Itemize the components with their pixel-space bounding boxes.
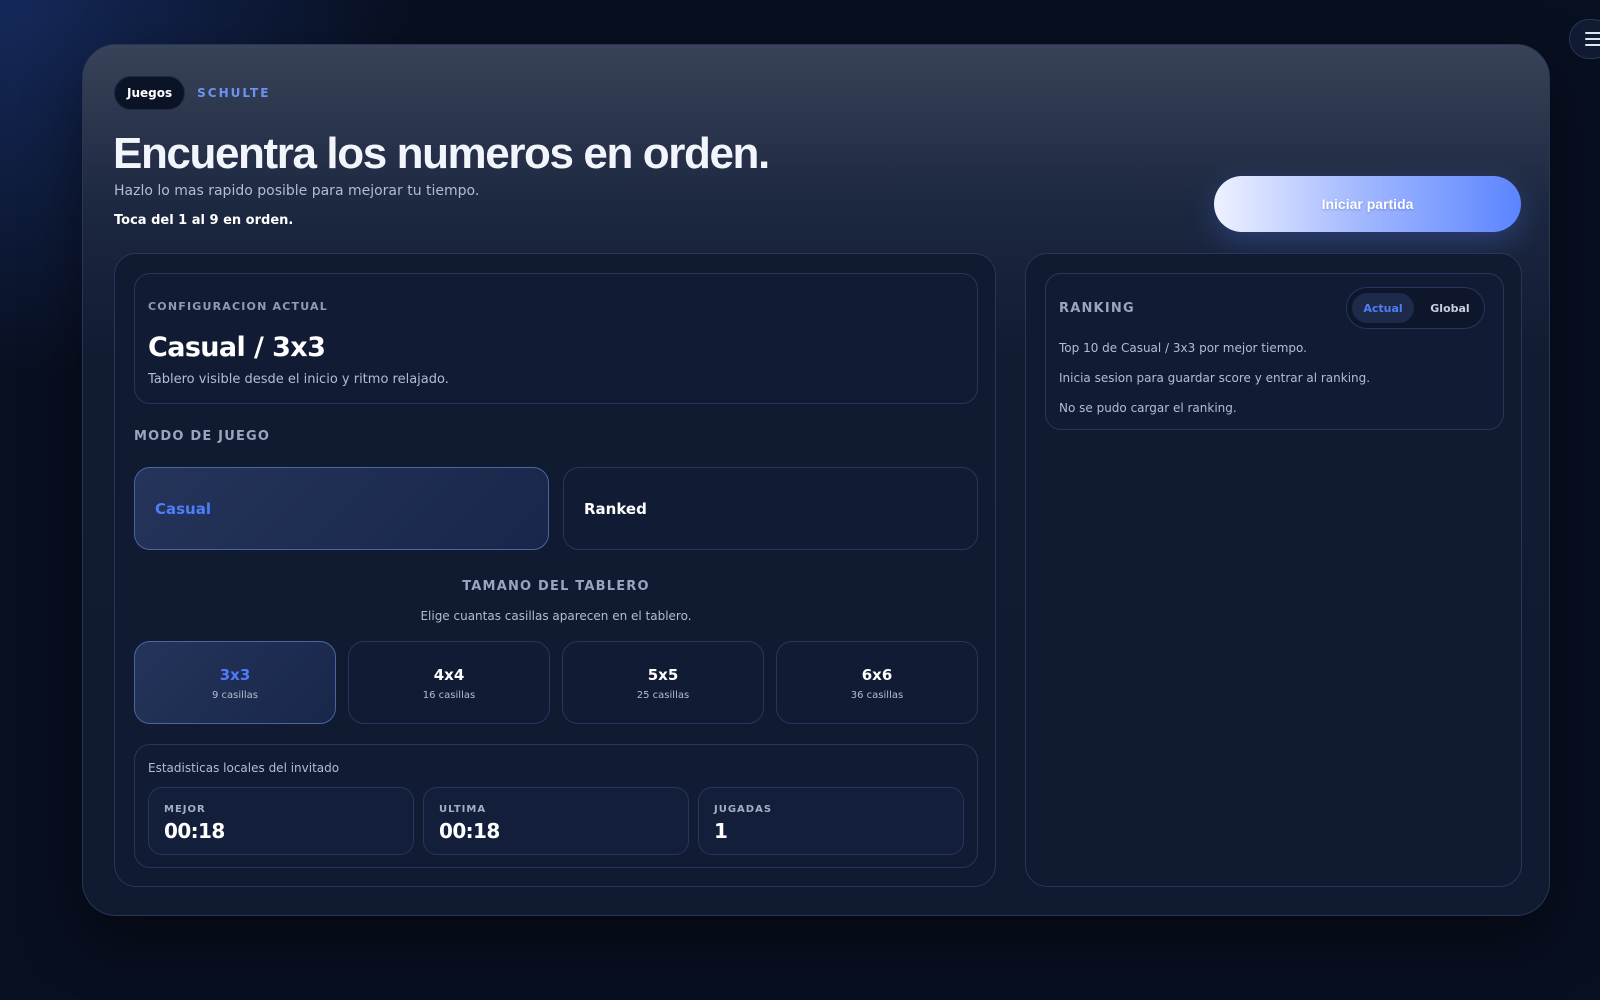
instruction-text: Toca del 1 al 9 en orden. <box>114 213 294 228</box>
size-4x4-button[interactable]: 4x4 16 casillas <box>348 641 550 724</box>
mode-ranked-button[interactable]: Ranked <box>563 467 978 550</box>
ranking-error: No se pudo cargar el ranking. <box>1059 401 1237 415</box>
board-size-title: TAMANO DEL TABLERO <box>462 579 650 594</box>
size-5x5-button[interactable]: 5x5 25 casillas <box>562 641 764 724</box>
page-subtitle: Hazlo lo mas rapido posible para mejorar… <box>114 183 480 199</box>
ranking-toggle: Actual Global <box>1346 287 1485 329</box>
mode-label: Casual <box>155 499 212 518</box>
games-chip[interactable]: Juegos <box>114 76 186 110</box>
start-game-button[interactable]: Iniciar partida <box>1214 176 1521 232</box>
ranking-panel: RANKING Actual Global Top 10 de Casual /… <box>1025 253 1522 887</box>
stat-best: MEJOR 00:18 <box>148 787 414 855</box>
size-cells: 16 casillas <box>422 690 476 701</box>
ranking-login-hint: Inicia sesion para guardar score y entra… <box>1059 371 1371 385</box>
size-name: 5x5 <box>647 666 679 684</box>
mode-label: Ranked <box>584 499 647 518</box>
size-3x3-button[interactable]: 3x3 9 casillas <box>134 641 336 724</box>
stat-label: ULTIMA <box>439 804 487 815</box>
size-cells: 36 casillas <box>850 690 904 701</box>
config-value: Casual / 3x3 <box>148 332 326 363</box>
stat-value: 1 <box>714 819 728 843</box>
current-config-card: CONFIGURACION ACTUAL Casual / 3x3 Tabler… <box>134 273 978 404</box>
ranking-card: RANKING Actual Global Top 10 de Casual /… <box>1045 273 1504 430</box>
config-description: Tablero visible desde el inicio y ritmo … <box>148 372 449 387</box>
mode-casual-button[interactable]: Casual <box>134 467 549 550</box>
page-title: Encuentra los numeros en orden. <box>113 129 770 178</box>
stat-played: JUGADAS 1 <box>698 787 964 855</box>
game-shell: Juegos SCHULTE Encuentra los numeros en … <box>82 44 1550 916</box>
size-name: 4x4 <box>433 666 465 684</box>
board-size-description: Elige cuantas casillas aparecen en el ta… <box>420 609 692 623</box>
menu-button[interactable] <box>1569 19 1600 59</box>
stat-label: MEJOR <box>164 804 206 815</box>
ranking-info: Top 10 de Casual / 3x3 por mejor tiempo. <box>1059 341 1307 355</box>
breadcrumb-current: SCHULTE <box>197 86 271 100</box>
ranking-title: RANKING <box>1059 301 1135 316</box>
guest-stats-card: Estadisticas locales del invitado MEJOR … <box>134 744 978 868</box>
stat-label: JUGADAS <box>714 804 773 815</box>
mode-section-label: MODO DE JUEGO <box>134 429 271 444</box>
menu-icon <box>1585 31 1600 47</box>
size-6x6-button[interactable]: 6x6 36 casillas <box>776 641 978 724</box>
settings-panel: CONFIGURACION ACTUAL Casual / 3x3 Tabler… <box>114 253 996 887</box>
config-label: CONFIGURACION ACTUAL <box>148 300 328 313</box>
size-cells: 25 casillas <box>636 690 690 701</box>
stat-value: 00:18 <box>164 819 225 843</box>
tab-actual[interactable]: Actual <box>1352 293 1414 323</box>
size-cells: 9 casillas <box>211 690 259 701</box>
stat-last: ULTIMA 00:18 <box>423 787 689 855</box>
size-name: 6x6 <box>861 666 893 684</box>
tab-global[interactable]: Global <box>1419 293 1481 323</box>
stat-value: 00:18 <box>439 819 500 843</box>
breadcrumb: Juegos SCHULTE <box>114 76 270 110</box>
stats-title: Estadisticas locales del invitado <box>148 761 340 775</box>
size-name: 3x3 <box>219 666 251 684</box>
